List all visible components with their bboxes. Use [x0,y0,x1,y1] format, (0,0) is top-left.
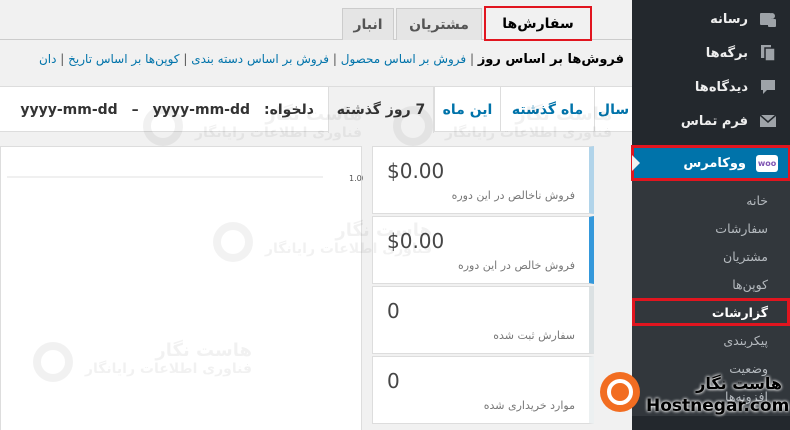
stat-value: 0 [387,369,400,393]
date-to-input[interactable]: yyyy-mm-dd [20,102,117,118]
sublink-sales-by-product[interactable]: فروش بر اساس محصول [341,52,466,66]
pages-icon [758,43,778,63]
stat-label: سفارش ثبت شده [493,329,575,342]
range-custom: دلخواه: yyyy-mm-dd – yyyy-mm-dd [20,87,314,132]
stat-value: $0.00 [387,229,445,253]
submenu-item-reports[interactable]: گزارشات [632,298,790,326]
stat-label: فروش خالص در این دوره [457,259,575,272]
stat-label: فروش ناخالص در این دوره [451,189,575,202]
tab-stock[interactable]: انبار [342,8,394,40]
sublink-more[interactable]: دان [39,52,57,66]
sublink-sales-by-category[interactable]: فروش بر اساس دسته بندی [191,52,329,66]
stat-item[interactable]: $0.00 فروش خالص در این دوره [372,216,594,284]
date-from-input[interactable]: yyyy-mm-dd [153,102,250,118]
submenu-item-settings[interactable]: پیکربندی [632,326,790,354]
reports-main: سفارش‌ها مشتریان انبار فروش‌ها بر اساس ر… [0,0,632,430]
tab-customers[interactable]: مشتریان [396,8,482,40]
menu-item-media[interactable]: رسانه [632,2,790,36]
submenu-item-coupons[interactable]: کوپن‌ها [632,270,790,298]
woocommerce-icon: woo [756,154,778,172]
comments-icon [758,77,778,97]
sales-chart: 1.00 [0,146,363,430]
range-last-7-days[interactable]: 7 روز گذشته [328,87,434,133]
range-year[interactable]: سال [594,87,632,132]
sublink-sales-by-date[interactable]: فروش‌ها بر اساس روز [478,52,624,67]
menu-item-woocommerce[interactable]: woo ووکامرس [631,145,790,181]
menu-item-pages[interactable]: برگه‌ها [632,36,790,70]
tab-orders[interactable]: سفارش‌ها [484,6,592,41]
submenu-item-customers[interactable]: مشتریان [632,242,790,270]
stat-item[interactable]: 0 موارد خریداری شده [372,356,594,424]
brand-logo-icon [600,372,640,412]
range-this-month[interactable]: این ماه [434,87,500,132]
media-icon [758,9,778,29]
report-sublinks: فروش‌ها بر اساس روز | فروش بر اساس محصول… [38,52,624,67]
chart-y-tick-label: 1.00 [349,174,363,183]
submenu-item-orders[interactable]: سفارشات [632,214,790,242]
mail-icon [758,111,778,131]
menu-item-comments[interactable]: دیدگاه‌ها [632,70,790,104]
stat-item[interactable]: 0 سفارش ثبت شده [372,286,594,354]
range-last-month[interactable]: ماه گذشته [500,87,594,132]
sublink-coupons-by-date[interactable]: کوپن‌ها بر اساس تاریخ [68,52,179,66]
chart-svg: 1.00 [7,174,363,183]
date-range-bar: سال ماه گذشته این ماه 7 روز گذشته دلخواه… [0,86,632,133]
custom-label: دلخواه: [264,101,314,118]
date-separator: – [131,101,139,118]
stat-value: 0 [387,299,400,323]
hostnegar-logo: هاست نگار Hostnegar.com [596,364,790,426]
stat-item[interactable]: $0.00 فروش ناخالص در این دوره [372,146,594,214]
menu-item-contact-form[interactable]: فرم تماس [632,104,790,138]
submenu-item-home[interactable]: خانه [632,186,790,214]
stat-value: $0.00 [387,159,445,183]
report-type-tabs: سفارش‌ها مشتریان انبار [0,6,632,41]
stats-legend: $0.00 فروش ناخالص در این دوره $0.00 فروش خا… [372,146,594,426]
stat-label: موارد خریداری شده [483,399,575,412]
